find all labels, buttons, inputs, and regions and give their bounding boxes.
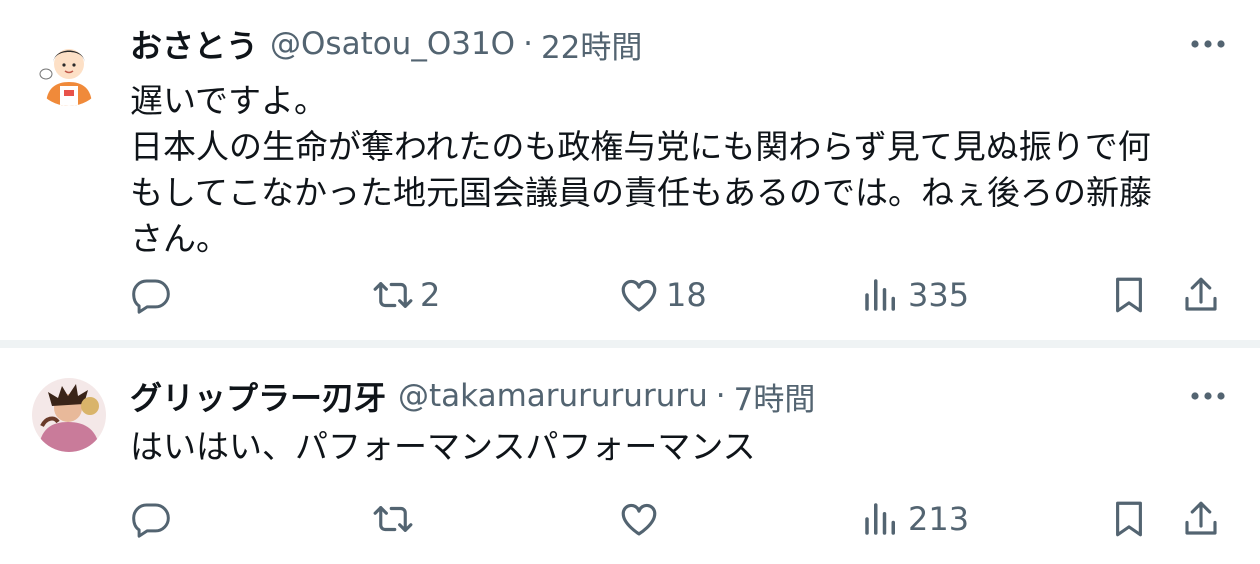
action-bar: 213: [0, 494, 1260, 544]
user-handle[interactable]: @Osatou_O31O: [270, 26, 515, 62]
more-icon[interactable]: [1188, 376, 1228, 416]
avatar[interactable]: [32, 32, 106, 106]
views-icon: [865, 279, 895, 311]
retweet-button[interactable]: [372, 494, 420, 544]
reply-icon: [132, 503, 170, 538]
bookmark-button[interactable]: [1108, 270, 1150, 320]
share-button[interactable]: [1180, 270, 1222, 320]
more-icon[interactable]: [1188, 24, 1228, 64]
views-button[interactable]: 213: [860, 494, 969, 544]
tweet[interactable]: おさとう @Osatou_O31O · 22時間 遅いですよ。 日本人の生命が奪…: [0, 0, 1260, 340]
tweet-text: はいはい、パフォーマンスパフォーマンス: [130, 427, 756, 466]
like-count: 18: [666, 276, 707, 314]
separator: ·: [523, 26, 533, 62]
display-name[interactable]: グリップラー刃牙: [130, 373, 386, 419]
reply-button[interactable]: [130, 494, 178, 544]
views-icon: [865, 503, 895, 535]
action-bar: 2 18 335: [0, 270, 1260, 320]
views-button[interactable]: 335: [860, 270, 969, 320]
like-icon: [621, 503, 657, 536]
separator: ·: [715, 378, 726, 414]
bookmark-icon: [1116, 277, 1142, 313]
reply-icon: [132, 279, 170, 314]
retweet-button[interactable]: 2: [372, 270, 440, 320]
tweet-text: 遅いですよ。 日本人の生命が奪われたのも政権与党にも関わらず見て見ぬ振りで何 も…: [130, 81, 1153, 258]
avatar[interactable]: [32, 378, 106, 452]
tweet-header: おさとう @Osatou_O31O · 22時間: [130, 20, 642, 68]
like-button[interactable]: [618, 494, 666, 544]
timestamp[interactable]: 7時間: [734, 374, 816, 419]
share-button[interactable]: [1180, 494, 1222, 544]
display-name[interactable]: おさとう: [130, 21, 258, 67]
user-handle[interactable]: @takamarururururu: [398, 378, 708, 414]
share-icon: [1185, 277, 1217, 311]
retweet-icon: [373, 282, 413, 308]
like-button[interactable]: 18: [618, 270, 707, 320]
bookmark-button[interactable]: [1108, 494, 1150, 544]
retweet-icon: [373, 506, 413, 532]
view-count: 335: [908, 276, 970, 314]
tweet-header: グリップラー刃牙 @takamarururururu · 7時間: [130, 372, 815, 420]
divider: [0, 340, 1260, 348]
tweet[interactable]: グリップラー刃牙 @takamarururururu · 7時間 はいはい、パフ…: [0, 348, 1260, 564]
view-count: 213: [908, 500, 970, 538]
bookmark-icon: [1116, 501, 1142, 537]
share-icon: [1185, 501, 1217, 535]
like-icon: [621, 279, 657, 312]
retweet-count: 2: [420, 276, 441, 314]
reply-button[interactable]: [130, 270, 178, 320]
timestamp[interactable]: 22時間: [541, 22, 642, 67]
